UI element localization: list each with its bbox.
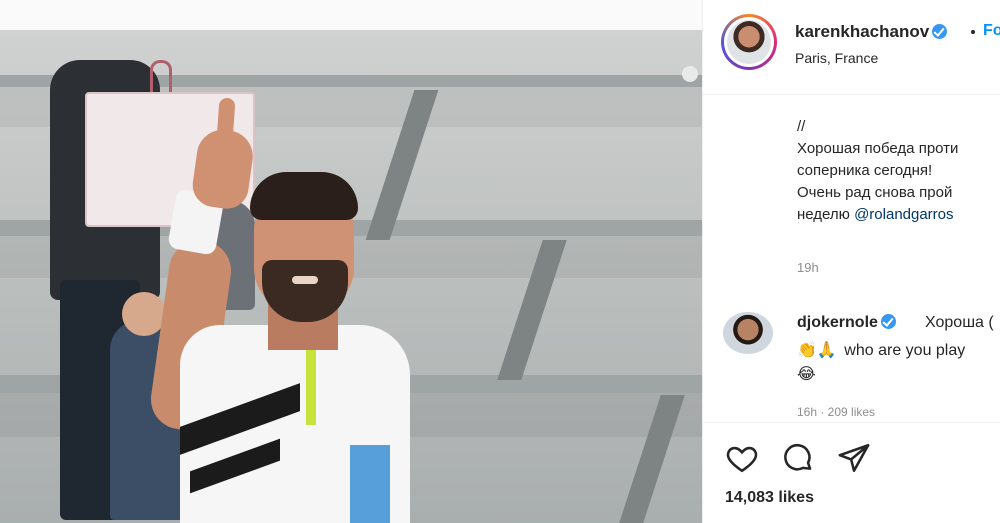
caption-line: // — [797, 118, 806, 135]
caption-line-last: неделю @rolandgarros — [797, 204, 1000, 226]
player-hair — [250, 172, 358, 220]
post-username[interactable]: karenkhachanov — [795, 22, 948, 42]
share-icon[interactable] — [837, 441, 871, 475]
verified-badge-icon — [932, 24, 948, 39]
page-top-band — [0, 0, 702, 30]
caption-line: Очень рад снова прой — [797, 184, 953, 201]
photo-corner-indicator — [682, 66, 698, 82]
heart-icon[interactable] — [725, 441, 759, 475]
player-figure — [147, 90, 410, 523]
post-location[interactable]: Paris, France — [795, 50, 878, 66]
comment-meta: 16h · 209 likes — [797, 405, 876, 417]
post-header: karenkhachanov Fo Paris, France — [703, 0, 1000, 95]
post-side-panel: karenkhachanov Fo Paris, France // Хорош… — [702, 0, 1000, 523]
caption-mention-link[interactable]: @rolandgarros — [854, 206, 953, 223]
post-photo[interactable] — [0, 30, 702, 523]
clapping-hands-emoji-icon: 👏🙏 — [797, 340, 837, 359]
separator-dot — [971, 30, 975, 34]
post-username-text[interactable]: karenkhachanov — [795, 22, 929, 41]
verified-badge-icon — [880, 314, 896, 329]
comment-text: who are you play — [844, 342, 966, 359]
follow-button[interactable]: Fo — [983, 22, 1000, 40]
player-shirt — [180, 325, 410, 523]
comment-avatar[interactable] — [723, 312, 773, 354]
comment-username-text[interactable]: djokernole — [797, 314, 878, 331]
comment-text-line: 👏🙏 who are you play — [797, 340, 965, 360]
comment-text: Хороша ( — [925, 314, 994, 331]
laughing-emoji-icon: 😂 — [797, 364, 816, 383]
avatar[interactable] — [727, 20, 771, 64]
shirt-logo — [350, 445, 390, 523]
post-actions: 14,083 likes — [703, 422, 1000, 523]
caption-line: Хорошая победа проти — [797, 140, 959, 157]
likes-count[interactable]: 14,083 likes — [725, 489, 814, 507]
shirt-stripe — [180, 383, 300, 455]
post-caption: // Хорошая победа проти соперника сегодн… — [797, 116, 1000, 226]
caption-text: неделю — [797, 206, 855, 223]
story-ring[interactable] — [721, 14, 777, 70]
shirt-stripe — [190, 438, 280, 494]
caption-timestamp[interactable]: 19h — [797, 260, 819, 275]
comment-username[interactable]: djokernole — [797, 314, 896, 332]
caption-line: соперника сегодня! — [797, 162, 933, 179]
player-finger — [216, 97, 236, 143]
avatar-frame — [724, 17, 774, 67]
comment-text-line: 😂 — [797, 364, 819, 384]
comment-icon[interactable] — [781, 441, 815, 475]
shirt-accent — [306, 345, 316, 425]
instagram-post-view: karenkhachanov Fo Paris, France // Хорош… — [0, 0, 1000, 523]
player-smile — [292, 276, 318, 284]
